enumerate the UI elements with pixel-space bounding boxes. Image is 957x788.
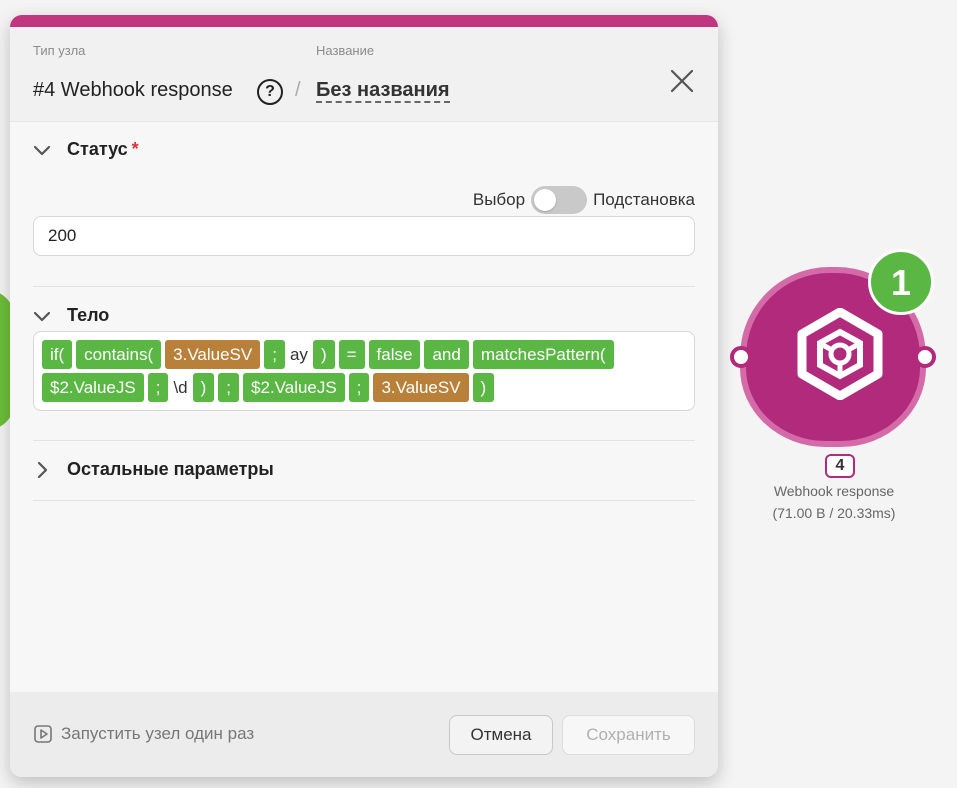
function-token[interactable]: and bbox=[424, 340, 469, 369]
dialog-accent-bar bbox=[10, 15, 718, 27]
chevron-down-icon bbox=[33, 145, 51, 155]
function-token[interactable]: false bbox=[368, 340, 421, 369]
function-token[interactable]: ; bbox=[264, 340, 285, 369]
function-token[interactable]: ) bbox=[472, 373, 495, 402]
function-token[interactable]: ) bbox=[312, 340, 335, 369]
dialog-footer: Запустить узел один раз Отмена Сохранить bbox=[10, 692, 718, 777]
node-name-editable[interactable]: Без названия bbox=[316, 79, 450, 103]
chevron-down-icon bbox=[33, 311, 51, 321]
literal-text-token: ay bbox=[289, 345, 308, 364]
function-token[interactable]: $2.ValueJS bbox=[243, 373, 345, 402]
status-label: Статус bbox=[67, 139, 128, 159]
dialog-content: Статус * Выбор Подстановка 200 Тело if(c… bbox=[10, 122, 718, 692]
mode-toggle-switch[interactable] bbox=[531, 186, 588, 214]
required-mark: * bbox=[131, 139, 139, 159]
body-label: Тело bbox=[67, 305, 110, 325]
node-type-title: #4 Webhook response bbox=[33, 79, 233, 101]
section-divider bbox=[33, 500, 695, 501]
dialog-header: Тип узла Название #4 Webhook response ? … bbox=[10, 27, 718, 122]
function-token[interactable]: contains( bbox=[76, 340, 162, 369]
function-token[interactable]: ) bbox=[192, 373, 215, 402]
help-icon[interactable]: ? bbox=[257, 79, 283, 105]
close-icon[interactable] bbox=[668, 67, 696, 95]
toggle-left-label: Выбор bbox=[472, 190, 526, 209]
toggle-knob bbox=[534, 189, 557, 211]
function-token[interactable]: if( bbox=[42, 340, 73, 369]
function-token[interactable]: = bbox=[338, 340, 365, 369]
other-params-section-header[interactable]: Остальные параметры bbox=[32, 459, 274, 480]
status-section-header[interactable]: Статус * bbox=[32, 139, 139, 160]
play-icon bbox=[34, 725, 52, 743]
run-once-label: Запустить узел один раз bbox=[61, 724, 255, 743]
toggle-right-label: Подстановка bbox=[593, 190, 695, 209]
webhook-response-node[interactable]: 1 bbox=[730, 249, 936, 447]
header-separator: / bbox=[295, 79, 301, 101]
node-name-label: Webhook response bbox=[773, 483, 895, 499]
run-once-button[interactable]: Запустить узел один раз bbox=[33, 724, 254, 744]
literal-text-token: \d bbox=[173, 378, 188, 397]
node-name-caption: Название bbox=[316, 43, 375, 58]
section-divider bbox=[33, 440, 695, 441]
variable-token[interactable]: 3.ValueSV bbox=[165, 340, 261, 369]
body-section-header[interactable]: Тело bbox=[32, 305, 109, 326]
function-token[interactable]: ; bbox=[218, 373, 240, 402]
section-divider bbox=[33, 286, 695, 287]
node-output-port[interactable] bbox=[914, 346, 936, 368]
function-token[interactable]: ; bbox=[147, 373, 169, 402]
webhook-icon bbox=[797, 308, 883, 400]
node-input-port[interactable] bbox=[730, 346, 752, 368]
save-button[interactable]: Сохранить bbox=[562, 715, 695, 755]
node-type-caption: Тип узла bbox=[33, 43, 86, 58]
node-badge: 1 bbox=[868, 249, 934, 315]
cancel-button[interactable]: Отмена bbox=[449, 715, 553, 755]
function-token[interactable]: ; bbox=[348, 373, 370, 402]
status-mode-toggle-row: Выбор Подстановка bbox=[473, 186, 695, 214]
body-expression-input[interactable]: if(contains(3.ValueSV; ay) = false and matche… bbox=[33, 331, 695, 411]
function-token[interactable]: $2.ValueJS bbox=[42, 373, 144, 402]
node-settings-dialog: Тип узла Название #4 Webhook response ? … bbox=[10, 15, 718, 777]
node-stats-label: (71.00 B / 20.33ms) bbox=[772, 505, 896, 521]
other-params-label: Остальные параметры bbox=[67, 459, 274, 479]
status-input[interactable]: 200 bbox=[33, 216, 695, 256]
variable-token[interactable]: 3.ValueSV bbox=[373, 373, 469, 402]
function-token[interactable]: matchesPattern( bbox=[472, 340, 614, 369]
node-number-badge: 4 bbox=[825, 454, 855, 478]
chevron-right-icon bbox=[37, 461, 48, 478]
